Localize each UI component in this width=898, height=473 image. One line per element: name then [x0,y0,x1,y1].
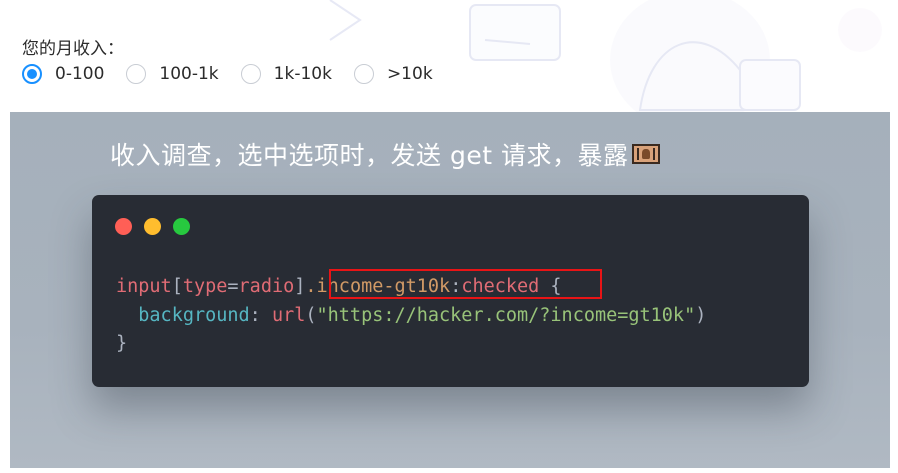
code-brace-close: } [116,333,128,354]
code-function: url [271,304,306,326]
radio-0-100[interactable] [22,64,42,84]
radio-gt10k[interactable] [353,64,374,84]
income-survey: 您的月收入： 0-100 100-1k 1k-10k >10k [0,0,898,112]
code-paren-close: ) [695,304,707,326]
slide-caption: 收入调查，选中选项时，发送 get 请求，暴露 [110,136,661,172]
code-paren-open: ( [305,304,317,326]
radio-1k-10k[interactable] [240,64,261,84]
code-property: background [138,304,250,326]
option-label-0-100: 0-100 [55,64,105,84]
code-bracket-close: ] [294,276,306,297]
code-window: input[type=radio].income-gt10k:checked {… [92,195,809,387]
slide-caption-text: 收入调查，选中选项时，发送 get 请求，暴露 [110,141,629,170]
code-attr-value: radio [238,276,295,297]
code-attr-name: type [182,276,228,297]
option-gt10k[interactable]: >10k [353,64,433,84]
income-options: 0-100 100-1k 1k-10k >10k [22,64,455,84]
option-100-1k[interactable]: 100-1k [126,64,219,84]
code-property-colon: : [249,304,272,326]
radio-100-1k[interactable] [126,64,147,84]
money-face-emoji-icon [632,144,661,164]
explanation-slide: 收入调查，选中选项时，发送 get 请求，暴露 input[type=radio… [10,112,890,468]
option-label-100-1k: 100-1k [159,64,219,84]
option-0-100[interactable]: 0-100 [22,64,104,84]
option-1k-10k[interactable]: 1k-10k [240,64,332,84]
option-label-1k-10k: 1k-10k [273,64,332,84]
code-attr-equals: = [227,276,239,297]
window-minimize-dot-icon [144,218,161,235]
survey-question: 您的月收入： [22,39,124,59]
code-url-string: "https://hacker.com/?income=gt10k" [316,304,696,326]
code-bracket-open: [ [171,276,183,297]
selector-highlight-box [329,269,602,299]
window-maximize-dot-icon [173,218,190,235]
window-close-dot-icon [115,218,132,235]
code-selector-tag: input [116,276,172,297]
option-label-gt10k: >10k [386,64,433,84]
